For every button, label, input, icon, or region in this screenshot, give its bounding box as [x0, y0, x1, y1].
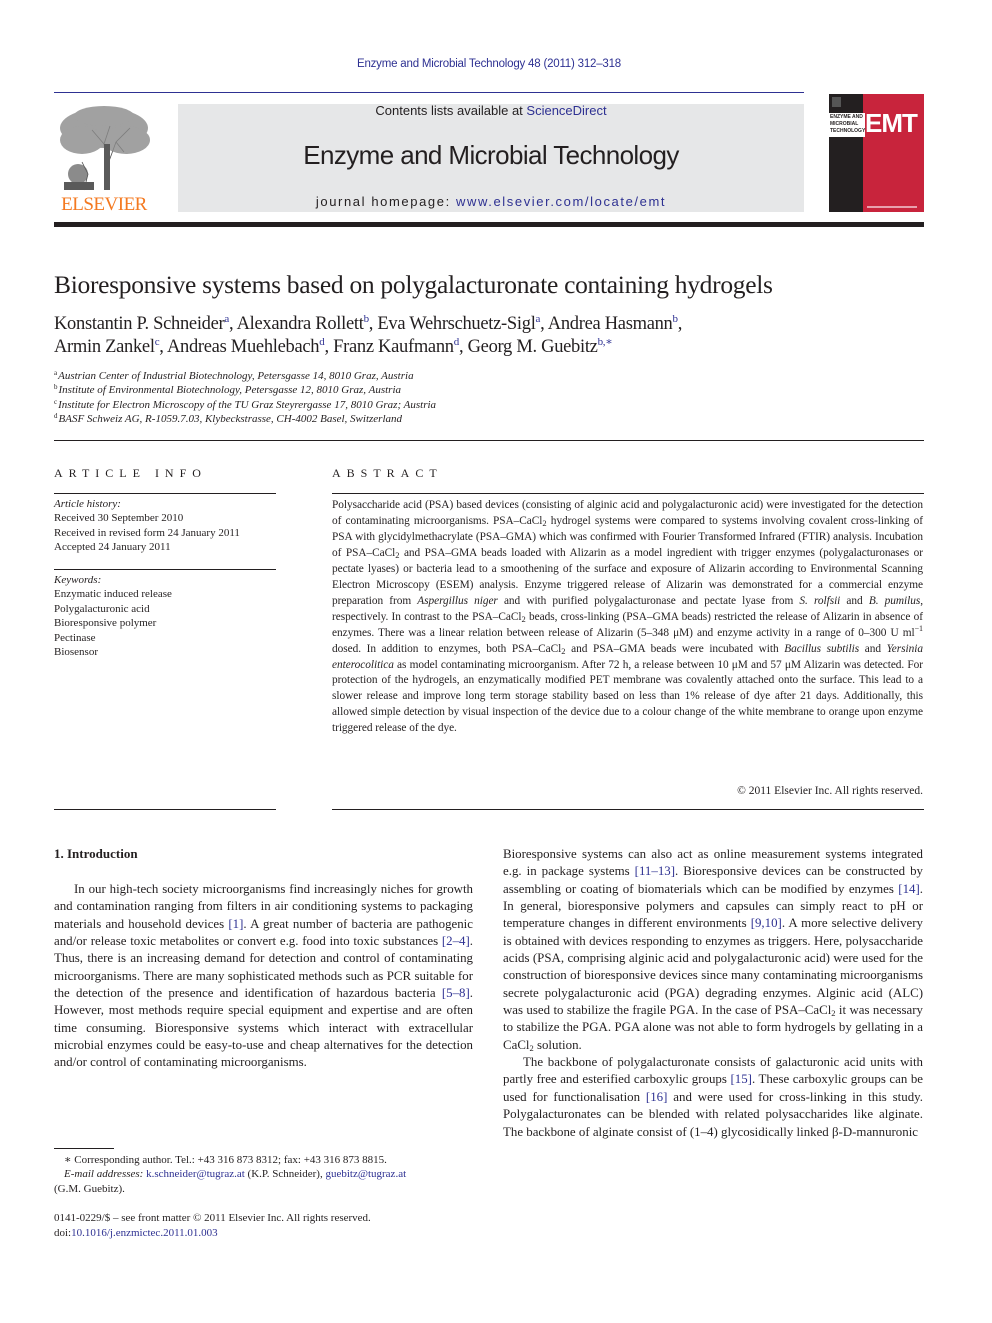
history-label: Article history: [54, 498, 121, 510]
contents-prefix: Contents lists available at [375, 103, 527, 118]
keyword: Biosensor [54, 646, 98, 659]
affiliation-marker[interactable]: c [155, 336, 160, 348]
abstract-heading: ABSTRACT [332, 466, 443, 480]
paragraph: The backbone of polygalacturonate consis… [503, 1055, 923, 1139]
citation-link[interactable]: [9,10] [751, 916, 782, 930]
keyword: Enzymatic induced release [54, 588, 172, 601]
citation-link[interactable]: [15] [730, 1072, 751, 1086]
author[interactable]: Eva Wehrschuetz-Sigl [377, 314, 535, 334]
sciencedirect-link[interactable]: ScienceDirect [526, 103, 606, 118]
abstract-copyright: © 2011 Elsevier Inc. All rights reserved… [737, 785, 923, 797]
keywords-label: Keywords: [54, 574, 102, 586]
divider [332, 809, 924, 810]
citation-link[interactable]: [2–4] [442, 934, 470, 948]
divider [54, 493, 276, 494]
citation-link[interactable]: [5–8] [442, 986, 470, 1000]
affiliation-marker[interactable]: b [364, 313, 370, 325]
email-link[interactable]: k.schneider@tugraz.at [146, 1168, 245, 1180]
affiliation-marker[interactable]: d [454, 336, 460, 348]
affiliation: dBASF Schweiz AG, R-1059.7.03, Klybeckst… [54, 411, 403, 425]
article-title: Bioresponsive systems based on polygalac… [54, 270, 773, 299]
affiliation: aAustrian Center of Industrial Biotechno… [54, 369, 414, 383]
journal-masthead: Contents lists available at ScienceDirec… [178, 103, 804, 212]
abstract-body: Polysaccharide acid (PSA) based devices … [332, 499, 924, 735]
tree-icon [60, 106, 150, 191]
author[interactable]: Armin Zankel [54, 337, 155, 357]
affiliation-list: aAustrian Center of Industrial Biotechno… [54, 369, 436, 426]
footnotes: ∗ Corresponding author. Tel.: +43 316 87… [54, 1153, 474, 1196]
issn-copyright: 0141-0229/$ – see front matter © 2011 El… [54, 1212, 371, 1224]
divider [332, 493, 924, 494]
keyword: Polygalacturonic acid [54, 602, 150, 615]
affiliation: bInstitute of Environmental Biotechnolog… [54, 383, 401, 397]
affiliation: cInstitute for Electron Microscopy of th… [54, 397, 437, 411]
keywords: Keywords: Enzymatic induced release Poly… [54, 573, 172, 659]
email-addresses: E-mail addresses: k.schneider@tugraz.at … [54, 1168, 407, 1195]
header-thick-divider [54, 222, 924, 227]
paragraph: Bioresponsive systems can also act as on… [503, 847, 923, 1053]
author[interactable]: Andreas Muehlebach [167, 337, 320, 357]
header-divider [54, 92, 804, 93]
section-heading-introduction: 1. Introduction [54, 846, 138, 861]
history-item: Accepted 24 January 2011 [54, 541, 171, 554]
author[interactable]: Franz Kaufmann [333, 337, 454, 357]
journal-name: Enzyme and Microbial Technology [303, 140, 679, 170]
elsevier-wordmark: ELSEVIER [61, 194, 147, 215]
contents-available-line: Contents lists available at ScienceDirec… [178, 103, 804, 118]
affiliation-marker[interactable]: d [319, 336, 325, 348]
keyword: Bioresponsive polymer [54, 617, 157, 630]
divider [54, 809, 276, 810]
author-list: Konstantin P. Schneidera, Alexandra Roll… [54, 313, 683, 358]
front-matter: 0141-0229/$ – see front matter © 2011 El… [54, 1211, 371, 1241]
footnote-divider [54, 1148, 114, 1149]
body-column-left: In our high-tech society microorganisms … [54, 881, 473, 1072]
divider [54, 569, 276, 570]
history-item: Received 30 September 2010 [54, 512, 184, 525]
citation-link[interactable]: [16] [646, 1090, 667, 1104]
article-history: Article history: Received 30 September 2… [54, 497, 240, 555]
affiliation-marker[interactable]: a [224, 313, 229, 325]
affiliation-divider [54, 440, 924, 441]
journal-homepage-line: journal homepage: www.elsevier.com/locat… [178, 194, 804, 209]
journal-citation-link[interactable]: Enzyme and Microbial Technology 48 (2011… [0, 58, 978, 70]
paragraph: In our high-tech society microorganisms … [54, 882, 473, 1070]
history-item: Received in revised form 24 January 2011 [54, 526, 240, 539]
homepage-link[interactable]: www.elsevier.com/locate/emt [456, 194, 666, 209]
email-link[interactable]: guebitz@tugraz.at [325, 1168, 406, 1180]
cover-acronym: EMT [865, 108, 918, 138]
author[interactable]: Andrea Hasmann [548, 314, 673, 334]
author[interactable]: Alexandra Rollett [237, 314, 364, 334]
body-column-right: Bioresponsive systems can also act as on… [503, 846, 923, 1141]
citation-link[interactable]: [1] [228, 917, 243, 931]
affiliation-marker[interactable]: a [536, 313, 541, 325]
cover-footer-line [867, 206, 917, 208]
doi-link[interactable]: 10.1016/j.enzmictec.2011.01.003 [71, 1227, 218, 1239]
cover-publisher-icon [832, 97, 841, 107]
corresponding-author-note: ∗ Corresponding author. Tel.: +43 316 87… [64, 1154, 387, 1166]
email-label: E-mail addresses: [64, 1168, 144, 1181]
author[interactable]: Konstantin P. Schneider [54, 314, 225, 334]
article-info-heading: ARTICLE INFO [54, 466, 207, 480]
keyword: Pectinase [54, 631, 96, 644]
author[interactable]: Georg M. Guebitz [468, 337, 598, 357]
homepage-label: journal homepage: [315, 194, 456, 209]
doi-line: doi:10.1016/j.enzmictec.2011.01.003 [54, 1226, 218, 1239]
citation-link[interactable]: [11–13] [635, 864, 675, 878]
citation-link[interactable]: [14] [898, 882, 919, 896]
affiliation-marker[interactable]: b [673, 313, 679, 325]
affiliation-marker[interactable]: b,∗ [598, 336, 613, 348]
cover-title: ENZYME AND MICROBIAL TECHNOLOGY [830, 114, 866, 134]
journal-cover-image[interactable]: ENZYME AND MICROBIAL TECHNOLOGY EMT [829, 94, 924, 212]
